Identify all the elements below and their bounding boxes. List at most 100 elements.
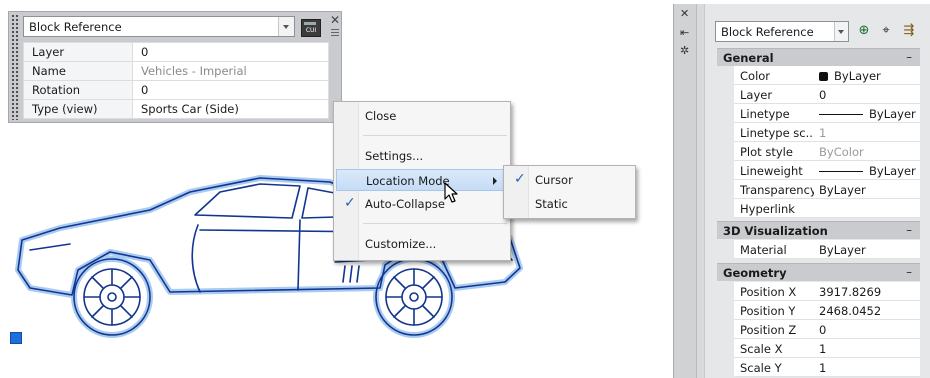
collapse-icon[interactable]: – xyxy=(906,223,912,237)
property-value[interactable]: ByLayer xyxy=(819,243,866,257)
property-key: Plot style xyxy=(740,145,793,159)
submenu-arrow-icon xyxy=(493,177,497,185)
menu-item-location-mode[interactable]: Location Mode xyxy=(336,169,508,191)
property-key: Hyperlink xyxy=(740,202,795,216)
row-indent xyxy=(717,66,734,218)
property-key: Layer xyxy=(740,88,773,102)
collapse-icon[interactable]: – xyxy=(906,265,912,279)
table-row[interactable]: Name Vehicles - Imperial xyxy=(23,61,329,81)
property-row[interactable]: Lineweight ByLayer xyxy=(734,161,920,180)
property-row[interactable]: Linetype ByLayer xyxy=(734,104,920,123)
object-type-value: Block Reference xyxy=(29,20,122,34)
quick-properties-table: Layer 0 Name Vehicles - Imperial Rotatio… xyxy=(23,42,329,119)
property-row[interactable]: Layer 0 xyxy=(734,85,920,104)
menu-separator xyxy=(363,223,507,224)
customize-ui-icon[interactable]: CUI xyxy=(301,19,321,37)
property-key: Position X xyxy=(740,285,797,299)
property-key: Transparency xyxy=(740,183,814,197)
property-key: Position Z xyxy=(740,323,797,337)
select-objects-icon[interactable]: ⇶ xyxy=(900,22,918,40)
object-type-select[interactable]: Block Reference xyxy=(23,16,295,37)
menu-item-label: Customize... xyxy=(365,237,437,251)
property-value[interactable]: 3917.8269 xyxy=(819,285,881,299)
property-row[interactable]: Transparency ByLayer xyxy=(734,180,920,199)
menu-item-settings[interactable]: Settings... xyxy=(336,145,508,167)
property-value[interactable]: 2468.0452 xyxy=(819,304,881,318)
property-row[interactable]: Material ByLayer xyxy=(734,240,920,259)
palette-object-select[interactable]: Block Reference xyxy=(715,21,849,42)
property-value[interactable]: ByLayer xyxy=(819,107,916,121)
property-value[interactable]: 0 xyxy=(132,80,329,100)
property-key: Type (view) xyxy=(23,99,133,119)
palette-title-bar[interactable]: ✕ ⇤ ✲ xyxy=(674,4,697,378)
property-row[interactable]: Plot style ByColor xyxy=(734,142,920,161)
property-value[interactable]: ByLayer xyxy=(819,69,881,83)
cui-label: CUI xyxy=(305,27,317,34)
property-value[interactable]: 1 xyxy=(819,361,826,375)
lineweight-sample xyxy=(819,171,863,172)
pick-objects-icon[interactable]: ⌖ xyxy=(877,22,895,40)
property-value[interactable]: 1 xyxy=(819,342,826,356)
section-general[interactable]: General – xyxy=(717,48,920,66)
quick-select-icon[interactable]: ⊕ xyxy=(855,22,873,40)
menu-item-auto-collapse[interactable]: ✓ Auto-Collapse xyxy=(336,193,508,215)
value-text: ByLayer xyxy=(869,107,916,121)
value-text: ByLayer xyxy=(869,164,916,178)
menu-item-label: Location Mode xyxy=(366,174,450,188)
property-value[interactable]: ByLayer xyxy=(819,183,866,197)
collapse-icon[interactable]: – xyxy=(906,50,912,64)
property-value[interactable]: Vehicles - Imperial xyxy=(132,61,329,81)
property-key: Lineweight xyxy=(740,164,803,178)
property-key: Layer xyxy=(23,42,133,62)
property-key: Rotation xyxy=(23,80,133,100)
table-row[interactable]: Type (view) Sports Car (Side) xyxy=(23,99,329,119)
table-row[interactable]: Rotation 0 xyxy=(23,80,329,100)
chevron-down-icon[interactable] xyxy=(834,22,848,41)
block-grip-point[interactable] xyxy=(10,332,22,344)
property-value[interactable]: ByColor xyxy=(819,145,864,159)
location-mode-submenu: ✓ Cursor Static xyxy=(503,165,636,219)
property-row[interactable]: Color ByLayer xyxy=(734,66,920,85)
property-row[interactable]: Scale Y 1 xyxy=(734,358,920,377)
property-row[interactable]: Linetype sc... 1 xyxy=(734,123,920,142)
menu-item-static[interactable]: Static xyxy=(506,193,633,215)
properties-icon[interactable]: ✲ xyxy=(680,44,689,57)
section-geometry[interactable]: Geometry – xyxy=(717,263,920,281)
close-icon[interactable]: ✕ xyxy=(329,14,341,26)
property-key: Name xyxy=(23,61,133,81)
quick-properties-panel: Block Reference CUI ✕ Layer 0 Name Vehic… xyxy=(8,11,342,123)
property-value[interactable]: ByLayer xyxy=(819,164,916,178)
menu-separator xyxy=(363,135,507,136)
menu-item-close[interactable]: Close xyxy=(336,105,508,127)
section-3d-visualization[interactable]: 3D Visualization – xyxy=(717,221,920,239)
property-value[interactable]: Sports Car (Side) xyxy=(132,99,329,119)
check-icon: ✓ xyxy=(344,195,356,211)
options-menu-icon[interactable] xyxy=(331,29,339,37)
panel-grip-handle[interactable] xyxy=(11,14,19,120)
palette-object-value: Block Reference xyxy=(721,25,814,39)
property-row[interactable]: Scale X 1 xyxy=(734,339,920,358)
close-icon[interactable]: ✕ xyxy=(680,7,689,20)
property-row[interactable]: Hyperlink xyxy=(734,199,920,218)
pin-icon[interactable]: ⇤ xyxy=(680,26,689,39)
property-row[interactable]: Position X 3917.8269 xyxy=(734,282,920,301)
menu-item-cursor[interactable]: ✓ Cursor xyxy=(506,169,633,191)
property-value[interactable]: 1 xyxy=(819,126,826,140)
property-value[interactable]: 0 xyxy=(132,42,329,62)
property-key: Position Y xyxy=(740,304,796,318)
table-row[interactable]: Layer 0 xyxy=(23,42,329,62)
menu-item-label: Auto-Collapse xyxy=(365,197,445,211)
menu-item-label: Close xyxy=(365,109,397,123)
menu-item-label: Static xyxy=(535,197,568,211)
menu-item-label: Settings... xyxy=(365,149,424,163)
property-row[interactable]: Position Y 2468.0452 xyxy=(734,301,920,320)
property-row[interactable]: Position Z 0 xyxy=(734,320,920,339)
menu-item-customize[interactable]: Customize... xyxy=(336,233,508,255)
property-value[interactable]: 0 xyxy=(819,88,826,102)
property-key: Material xyxy=(740,243,787,257)
properties-palette: ✕ ⇤ ✲ Block Reference ⊕ ⌖ ⇶ General – Co… xyxy=(673,4,930,378)
property-value[interactable]: 0 xyxy=(819,323,826,337)
context-menu: Close Settings... Location Mode ✓ Auto-C… xyxy=(333,101,511,261)
color-swatch-icon xyxy=(819,72,828,81)
chevron-down-icon[interactable] xyxy=(278,17,294,36)
